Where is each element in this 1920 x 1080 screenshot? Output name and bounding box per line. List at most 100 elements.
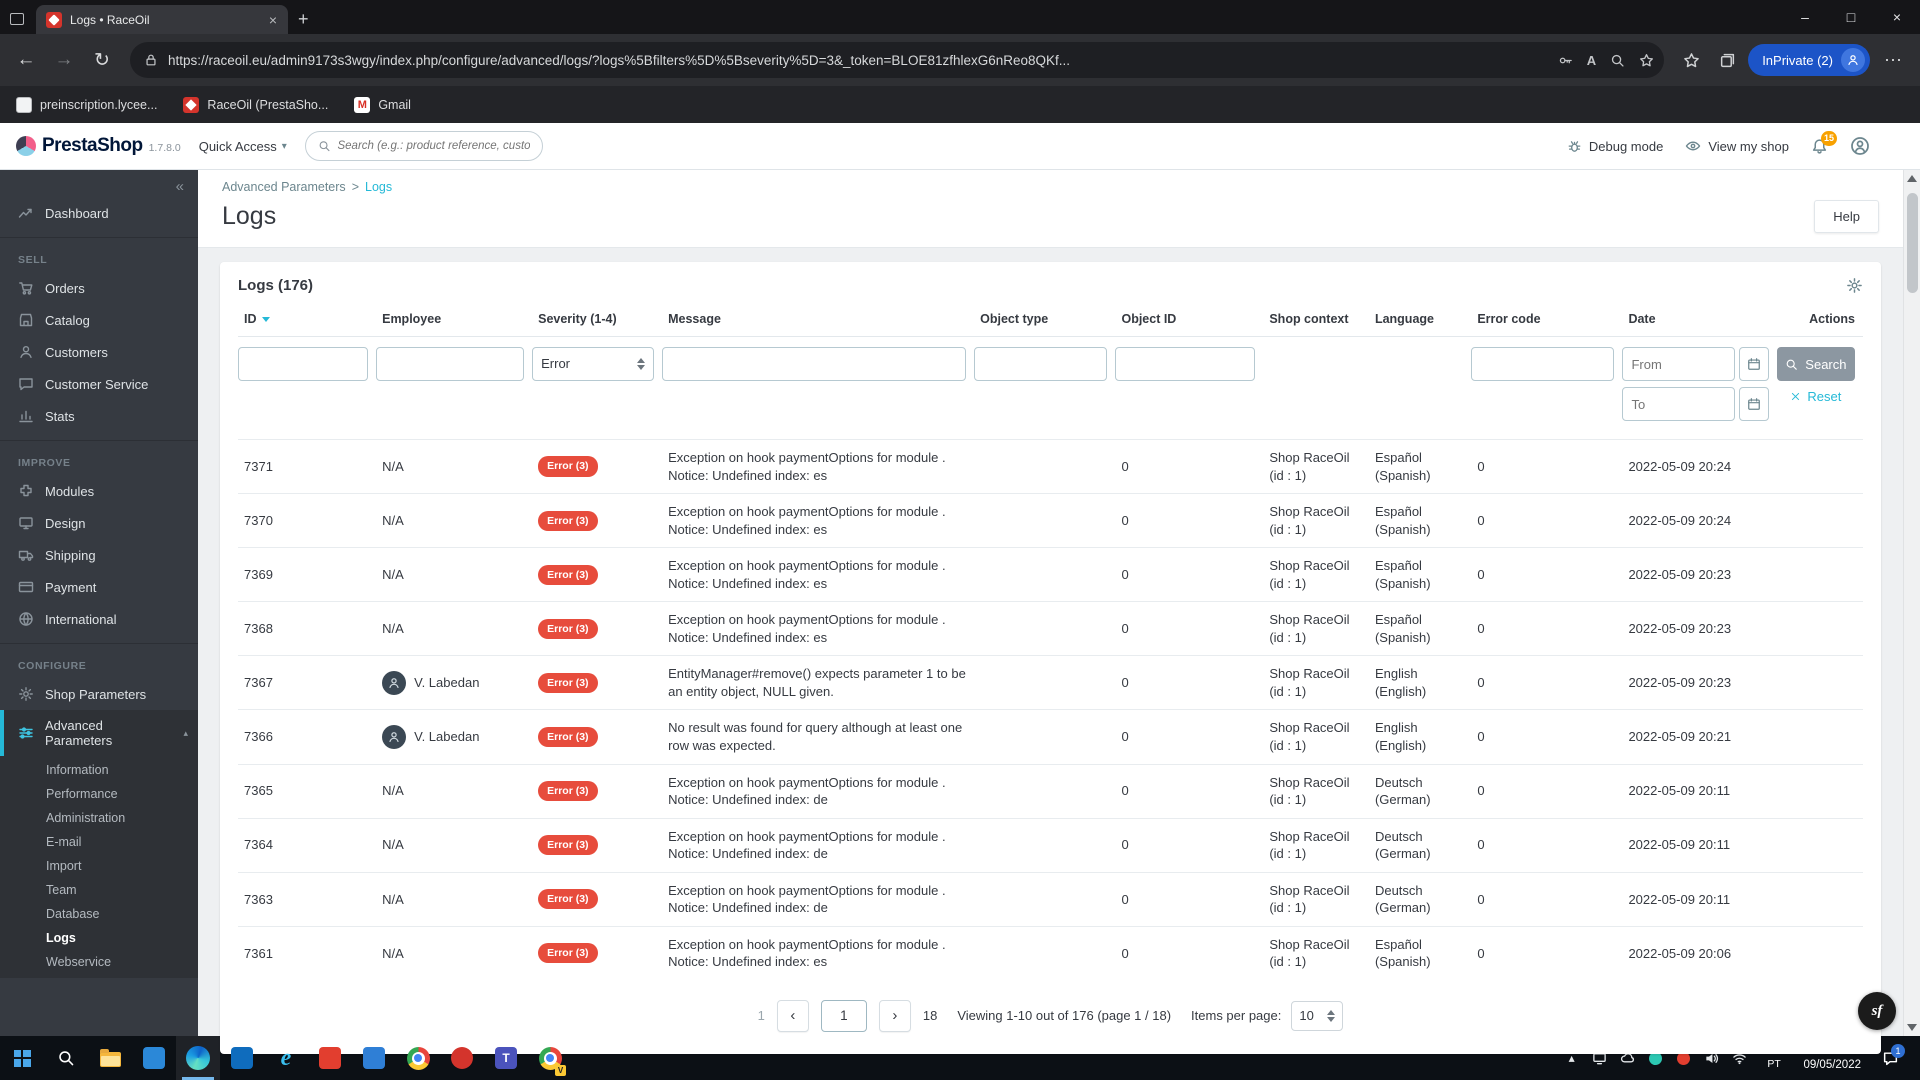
url-bar[interactable]: https://raceoil.eu/admin9173s3wgy/index.… [130,42,1665,78]
column-header-date[interactable]: Date [1622,304,1777,337]
sidebar-item-modules[interactable]: Modules [0,475,198,507]
filter-error-code-input[interactable] [1471,347,1615,381]
taskbar-search-button[interactable] [44,1036,88,1080]
inprivate-badge[interactable]: InPrivate (2) [1748,44,1870,76]
new-tab-button[interactable]: + [298,9,309,30]
column-header-id[interactable]: ID [238,304,377,337]
column-header-error-code[interactable]: Error code [1471,304,1623,337]
calendar-icon[interactable] [1738,347,1769,381]
action-center-button[interactable]: 1 [1871,1036,1909,1080]
bookmark-item[interactable]: preinscription.lycee... [16,96,157,113]
view-my-shop-link[interactable]: View my shop [1685,138,1789,154]
add-favorite-icon[interactable] [1639,53,1654,68]
symfony-profiler-button[interactable]: sf [1858,992,1896,1030]
taskbar-app-4-icon[interactable] [352,1036,396,1080]
browser-menu-icon[interactable]: ⋯ [1876,50,1910,71]
tab-actions-icon[interactable] [0,4,34,34]
search-input[interactable] [337,140,530,152]
prestashop-logo[interactable]: PrestaShop 1.7.8.0 [16,135,181,157]
favorites-icon[interactable] [1676,45,1706,75]
search-in-page-icon[interactable] [1610,53,1625,68]
grid-settings-icon[interactable] [1846,277,1863,294]
filter-date-from-input[interactable] [1622,347,1735,381]
notifications-button[interactable]: 15 [1811,130,1837,155]
column-header-object-type[interactable]: Object type [974,304,1116,337]
sidebar-item-international[interactable]: International [0,603,198,635]
back-button[interactable]: ← [10,44,42,76]
sidebar-item-design[interactable]: Design [0,507,198,539]
submenu-item-webservice[interactable]: Webservice [0,950,198,974]
debug-mode-indicator[interactable]: Debug mode [1567,139,1663,154]
close-button[interactable]: × [1874,0,1920,34]
filter-id-input[interactable] [238,347,369,381]
filter-employee-input[interactable] [376,347,525,381]
column-header-shop-context[interactable]: Shop context [1263,304,1369,337]
submenu-item-email[interactable]: E-mail [0,830,198,854]
internet-explorer-icon[interactable]: e [264,1036,308,1080]
sidebar-item-dashboard[interactable]: Dashboard [0,197,198,229]
column-header-language[interactable]: Language [1368,304,1472,337]
sidebar-item-advanced-parameters[interactable]: Advanced Parameters ▴ [0,710,198,756]
submenu-item-database[interactable]: Database [0,902,198,926]
submenu-item-administration[interactable]: Administration [0,806,198,830]
sidebar-item-orders[interactable]: Orders [0,272,198,304]
start-button[interactable] [0,1036,44,1080]
submenu-item-information[interactable]: Information [0,758,198,782]
search-button[interactable]: Search [1776,347,1855,381]
submenu-item-logs[interactable]: Logs [0,926,198,950]
previous-page-button[interactable]: ‹ [776,999,809,1032]
scrollbar-thumb[interactable] [1906,193,1918,293]
taskbar-app-3-icon[interactable] [308,1036,352,1080]
chrome-profile-icon[interactable]: V [528,1036,572,1080]
help-button[interactable]: Help [1814,200,1879,233]
collapse-sidebar-button[interactable]: « [176,178,184,195]
submenu-item-team[interactable]: Team [0,878,198,902]
breadcrumb-parent[interactable]: Advanced Parameters [222,180,346,194]
page-number-input[interactable] [820,999,867,1032]
column-header-object-id[interactable]: Object ID [1115,304,1264,337]
column-header-employee[interactable]: Employee [376,304,533,337]
filter-object-type-input[interactable] [974,347,1108,381]
scroll-down-arrow[interactable] [1904,1019,1920,1036]
column-header-severity[interactable]: Severity (1-4) [532,304,663,337]
tab-close-icon[interactable]: × [266,12,280,28]
read-aloud-icon[interactable]: A [1587,53,1596,68]
taskbar-app-5-icon[interactable] [440,1036,484,1080]
taskbar-app-1-icon[interactable] [132,1036,176,1080]
password-key-icon[interactable] [1558,53,1573,68]
page-scrollbar[interactable] [1903,170,1920,1036]
submenu-item-performance[interactable]: Performance [0,782,198,806]
maximize-button[interactable]: □ [1828,0,1874,34]
taskbar-app-2-icon[interactable] [220,1036,264,1080]
quick-access-menu[interactable]: Quick Access ▾ [199,139,287,154]
items-per-page-select[interactable]: 10 [1291,1000,1344,1031]
teams-icon[interactable]: T [484,1036,528,1080]
scroll-up-arrow[interactable] [1904,170,1920,187]
collections-icon[interactable] [1712,45,1742,75]
filter-object-id-input[interactable] [1115,347,1256,381]
chrome-icon[interactable] [396,1036,440,1080]
admin-search[interactable] [304,131,543,161]
refresh-button[interactable]: ↻ [86,44,118,76]
edge-icon[interactable] [176,1036,220,1080]
sidebar-item-stats[interactable]: Stats [0,400,198,432]
filter-date-to-input[interactable] [1622,387,1735,421]
profile-avatar[interactable] [1841,48,1865,72]
bookmark-item[interactable]: RaceOil (PrestaSho... [183,96,328,113]
calendar-icon[interactable] [1738,387,1769,421]
sidebar-item-shipping[interactable]: Shipping [0,539,198,571]
next-page-button[interactable]: › [878,999,911,1032]
submenu-item-import[interactable]: Import [0,854,198,878]
column-header-message[interactable]: Message [662,304,975,337]
breadcrumb-current[interactable]: Logs [365,180,392,194]
minimize-button[interactable]: – [1782,0,1828,34]
browser-tab[interactable]: Logs • RaceOil × [36,5,288,34]
reset-button[interactable]: Reset [1777,389,1855,404]
sidebar-item-payment[interactable]: Payment [0,571,198,603]
filter-severity-select[interactable]: Error [532,347,655,381]
sidebar-item-shop-parameters[interactable]: Shop Parameters [0,678,198,710]
sidebar-item-catalog[interactable]: Catalog [0,304,198,336]
account-menu-button[interactable] [1850,136,1870,156]
file-explorer-icon[interactable] [88,1036,132,1080]
bookmark-item[interactable]: M Gmail [354,96,411,113]
